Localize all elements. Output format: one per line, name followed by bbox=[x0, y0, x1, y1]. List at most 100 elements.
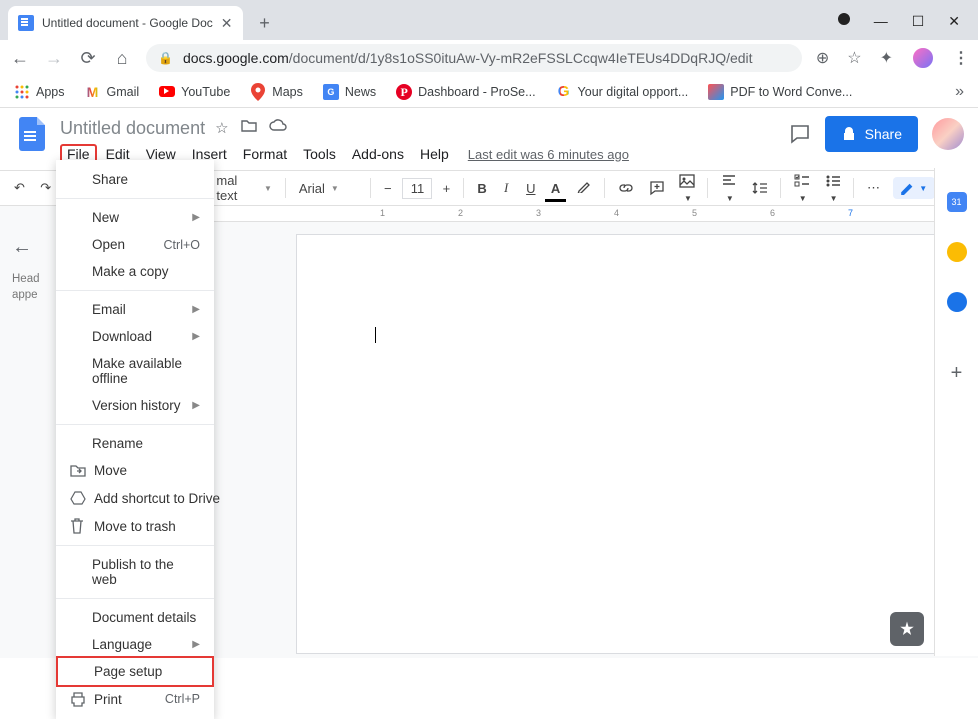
insert-image-icon[interactable]: ▼ bbox=[673, 169, 700, 208]
new-tab-button[interactable]: + bbox=[251, 9, 279, 37]
star-icon[interactable]: ☆ bbox=[847, 48, 861, 68]
italic-icon[interactable]: I bbox=[496, 176, 516, 200]
address-bar[interactable]: 🔒 docs.google.com/document/d/1y8s1oSS0it… bbox=[146, 44, 802, 72]
comments-icon[interactable] bbox=[789, 123, 811, 145]
maximize-icon[interactable]: ☐ bbox=[912, 13, 925, 30]
browser-tab[interactable]: Untitled document - Google Doc ✕ bbox=[8, 6, 243, 40]
menu-version-history[interactable]: Version history▶ bbox=[56, 392, 214, 419]
menu-email[interactable]: Email▶ bbox=[56, 296, 214, 323]
close-window-icon[interactable]: ✕ bbox=[948, 13, 960, 30]
chevron-right-icon: ▶ bbox=[192, 212, 200, 223]
menu-page-setup[interactable]: Page setup bbox=[56, 656, 214, 687]
bookmark-apps[interactable]: Apps bbox=[14, 84, 65, 100]
profile-avatar-icon[interactable] bbox=[911, 46, 935, 70]
redo-icon[interactable]: ↷ bbox=[34, 176, 56, 200]
menu-download[interactable]: Download▶ bbox=[56, 323, 214, 350]
font-select[interactable]: Arial▼ bbox=[293, 179, 363, 198]
zoom-icon[interactable]: ⊕ bbox=[816, 48, 829, 68]
bold-icon[interactable]: B bbox=[471, 177, 492, 200]
reload-icon[interactable]: ⟳ bbox=[78, 48, 98, 69]
cloud-status-icon[interactable] bbox=[269, 119, 287, 137]
highlight-icon[interactable] bbox=[570, 176, 597, 200]
add-addon-icon[interactable]: + bbox=[951, 362, 963, 385]
pdf-icon bbox=[708, 84, 724, 100]
line-spacing-icon[interactable] bbox=[746, 176, 773, 200]
docs-favicon bbox=[18, 15, 34, 31]
menu-move[interactable]: Move bbox=[56, 457, 214, 484]
menu-share[interactable]: Share bbox=[56, 166, 214, 193]
browser-tab-strip: Untitled document - Google Doc ✕ + — ☐ ✕ bbox=[0, 0, 978, 40]
bookmark-dashboard[interactable]: PDashboard - ProSe... bbox=[396, 84, 535, 100]
tab-close-icon[interactable]: ✕ bbox=[221, 15, 233, 32]
bookmark-digital[interactable]: GYour digital opport... bbox=[556, 84, 689, 100]
last-edit-link[interactable]: Last edit was 6 minutes ago bbox=[468, 147, 629, 162]
chevron-right-icon: ▶ bbox=[192, 304, 200, 315]
bookmark-pdf[interactable]: PDF to Word Conve... bbox=[708, 84, 852, 100]
underline-icon[interactable]: U bbox=[520, 177, 541, 200]
browser-actions: ⊕ ☆ ✦ ⋮ bbox=[816, 46, 968, 70]
document-page[interactable] bbox=[296, 234, 936, 654]
calendar-icon[interactable] bbox=[947, 192, 967, 212]
menu-new[interactable]: New▶ bbox=[56, 204, 214, 231]
undo-icon[interactable]: ↶ bbox=[8, 176, 30, 200]
menu-help[interactable]: Help bbox=[413, 144, 456, 164]
menu-publish[interactable]: Publish to the web bbox=[56, 551, 214, 593]
text-color-icon[interactable]: A bbox=[545, 177, 566, 200]
outline-placeholder: Headappe bbox=[12, 271, 42, 303]
bookmark-news[interactable]: GNews bbox=[323, 84, 376, 100]
lock-icon bbox=[841, 126, 857, 142]
menu-make-offline[interactable]: Make available offline bbox=[56, 350, 214, 392]
back-icon[interactable]: ← bbox=[10, 48, 30, 69]
paragraph-style-select[interactable]: mal text▼ bbox=[210, 171, 278, 205]
menu-language[interactable]: Language▶ bbox=[56, 631, 214, 658]
pencil-icon bbox=[901, 181, 915, 195]
document-title[interactable]: Untitled document bbox=[60, 118, 205, 139]
menu-open[interactable]: OpenCtrl+O bbox=[56, 231, 214, 258]
star-document-icon[interactable]: ☆ bbox=[215, 119, 228, 137]
checklist-icon[interactable]: ▼ bbox=[788, 169, 815, 208]
home-icon[interactable]: ⌂ bbox=[112, 48, 132, 69]
editing-mode-button[interactable]: ▼ bbox=[893, 177, 935, 199]
menu-doc-details[interactable]: Document details bbox=[56, 604, 214, 631]
bookmarks-overflow-icon[interactable]: » bbox=[955, 83, 964, 101]
menu-rename[interactable]: Rename bbox=[56, 430, 214, 457]
move-icon bbox=[70, 464, 94, 478]
menu-tools[interactable]: Tools bbox=[296, 144, 343, 164]
align-icon[interactable]: ▼ bbox=[715, 169, 742, 208]
minimize-icon[interactable]: — bbox=[874, 13, 888, 30]
news-icon: G bbox=[323, 84, 339, 100]
explore-button[interactable] bbox=[890, 612, 924, 646]
font-size-input[interactable]: 11 bbox=[402, 178, 433, 199]
bookmark-youtube[interactable]: YouTube bbox=[159, 84, 230, 100]
tasks-icon[interactable] bbox=[947, 292, 967, 312]
outline-collapse-icon[interactable]: ← bbox=[12, 236, 42, 259]
increase-font-icon[interactable]: + bbox=[436, 177, 456, 200]
insert-comment-icon[interactable] bbox=[643, 176, 670, 200]
side-panel: + bbox=[934, 168, 978, 656]
more-tools-icon[interactable]: ⋯ bbox=[861, 176, 885, 200]
forward-icon: → bbox=[44, 48, 64, 69]
menu-print[interactable]: PrintCtrl+P bbox=[56, 685, 214, 713]
menu-addons[interactable]: Add-ons bbox=[345, 144, 411, 164]
account-indicator-icon[interactable] bbox=[838, 13, 850, 25]
account-avatar-icon[interactable] bbox=[932, 118, 964, 150]
menu-add-shortcut[interactable]: Add shortcut to Drive bbox=[56, 484, 214, 512]
menu-format[interactable]: Format bbox=[236, 144, 294, 164]
share-button[interactable]: Share bbox=[825, 116, 918, 152]
extensions-icon[interactable]: ✦ bbox=[880, 48, 893, 68]
docs-logo-icon[interactable] bbox=[14, 116, 50, 152]
menu-make-copy[interactable]: Make a copy bbox=[56, 258, 214, 285]
decrease-font-icon[interactable]: − bbox=[378, 177, 398, 200]
insert-link-icon[interactable] bbox=[612, 176, 639, 200]
bulleted-list-icon[interactable]: ▼ bbox=[819, 169, 846, 208]
bookmarks-bar: Apps MGmail YouTube Maps GNews PDashboar… bbox=[0, 76, 978, 108]
bookmark-maps[interactable]: Maps bbox=[250, 84, 303, 100]
print-icon bbox=[70, 691, 94, 707]
outline-panel: ← Headappe bbox=[0, 206, 54, 658]
menu-move-trash[interactable]: Move to trash bbox=[56, 512, 214, 540]
move-document-icon[interactable] bbox=[241, 119, 257, 137]
bookmark-gmail[interactable]: MGmail bbox=[85, 84, 140, 100]
youtube-icon bbox=[159, 84, 175, 100]
browser-menu-icon[interactable]: ⋮ bbox=[953, 48, 968, 68]
keep-icon[interactable] bbox=[947, 242, 967, 262]
